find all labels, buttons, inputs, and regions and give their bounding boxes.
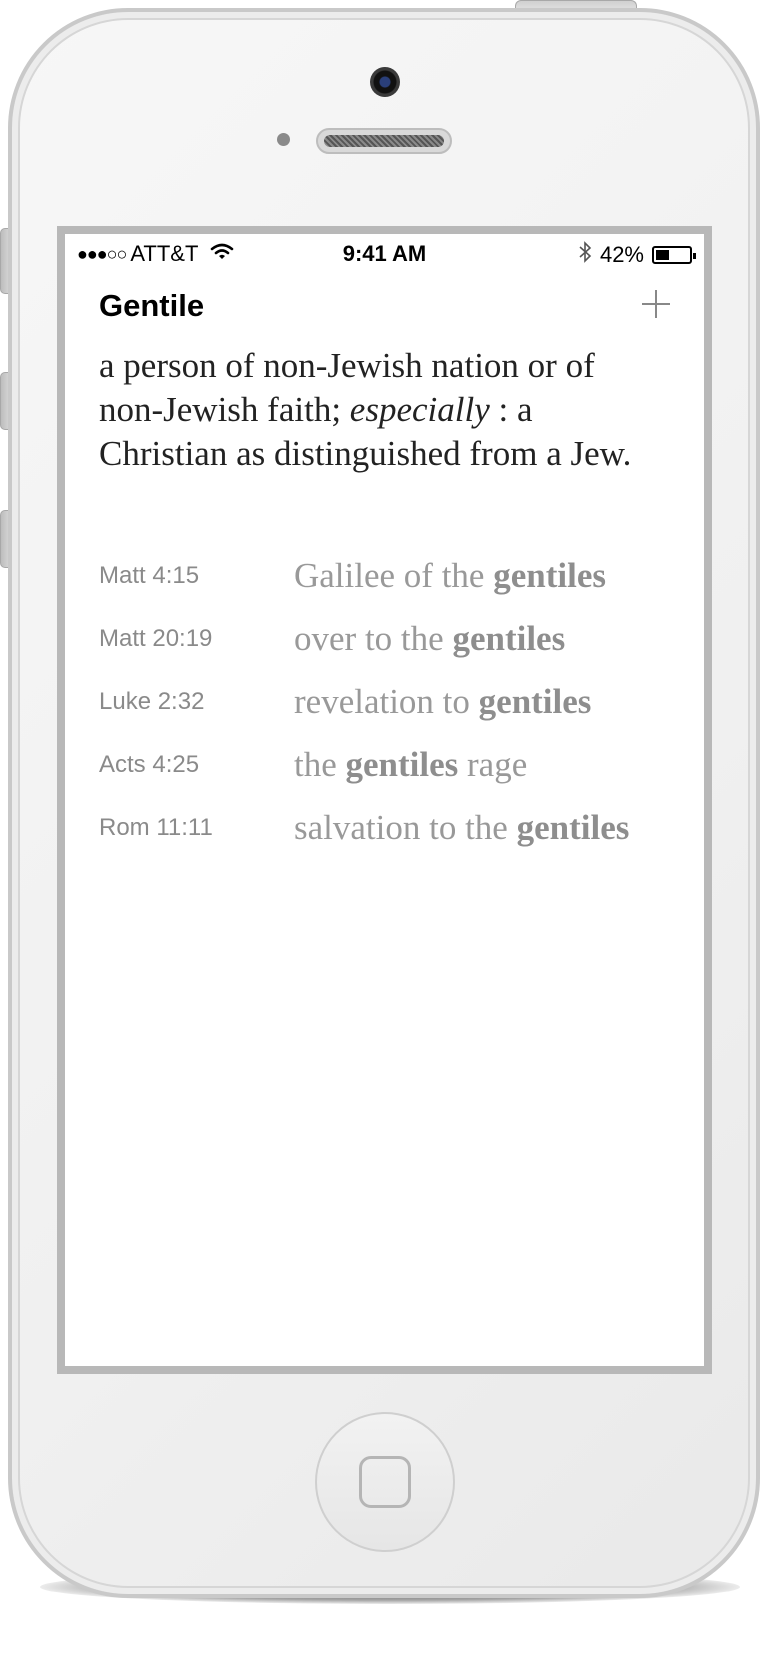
quote-keyword: gentiles (516, 807, 630, 847)
reference-list: Matt 4:15 Galilee of the gentiles Matt 20:… (99, 544, 679, 859)
reference-citation: Luke 2:32 (99, 687, 205, 715)
quote-before: salvation to the (294, 807, 517, 847)
reference-citation: Matt 4:15 (99, 561, 200, 589)
reference-row[interactable]: Matt 20:19 over to the gentiles (99, 607, 679, 670)
add-button[interactable] (636, 284, 676, 324)
reference-row[interactable]: Matt 4:15 Galilee of the gentiles (99, 544, 679, 607)
proximity-sensor (277, 133, 290, 146)
quote-keyword: gentiles (493, 555, 606, 595)
nav-bar: Gentile (65, 278, 704, 338)
reference-quote: revelation to gentiles (294, 682, 591, 722)
earpiece-speaker (316, 128, 452, 154)
reference-quote: the gentiles rage (294, 745, 527, 785)
reference-row[interactable]: Acts 4:25 the gentiles rage (99, 733, 679, 796)
battery-percent: 42% (599, 242, 644, 267)
quote-keyword: gentiles (345, 744, 459, 784)
app-screen: ●●●○○ ATT&T 9:41 AM 42% Gentile a person… (57, 226, 712, 1374)
quote-keyword: gentiles (478, 681, 592, 721)
reference-quote: over to the gentiles (294, 619, 565, 659)
quote-before: over to the (294, 618, 453, 658)
status-bar: ●●●○○ ATT&T 9:41 AM 42% (65, 234, 704, 270)
reference-citation: Matt 20:19 (99, 624, 213, 652)
reference-citation: Rom 11:11 (99, 813, 213, 841)
status-right: 42% (578, 241, 696, 269)
reference-row[interactable]: Rom 11:11 salvation to the gentiles (99, 796, 679, 859)
reference-citation: Acts 4:25 (99, 750, 200, 778)
quote-after: rage (458, 744, 528, 784)
bluetooth-icon (578, 241, 592, 269)
quote-before: revelation to (294, 681, 479, 721)
home-square-icon (359, 1456, 411, 1508)
home-button[interactable] (315, 1412, 455, 1552)
battery-nub (693, 253, 696, 259)
reference-quote: Galilee of the gentiles (294, 556, 606, 596)
quote-keyword: gentiles (452, 618, 566, 658)
quote-before: Galilee of the (294, 555, 494, 595)
front-camera (370, 67, 400, 97)
quote-before: the (294, 744, 346, 784)
battery-icon (652, 246, 696, 264)
definition-emphasis: especially (349, 390, 490, 429)
reference-quote: salvation to the gentiles (294, 808, 629, 848)
definition-text: a person of non-Jewish nation or of non-… (99, 344, 659, 476)
page-title: Gentile (99, 288, 205, 323)
battery-fill (656, 250, 670, 260)
reference-row[interactable]: Luke 2:32 revelation to gentiles (99, 670, 679, 733)
